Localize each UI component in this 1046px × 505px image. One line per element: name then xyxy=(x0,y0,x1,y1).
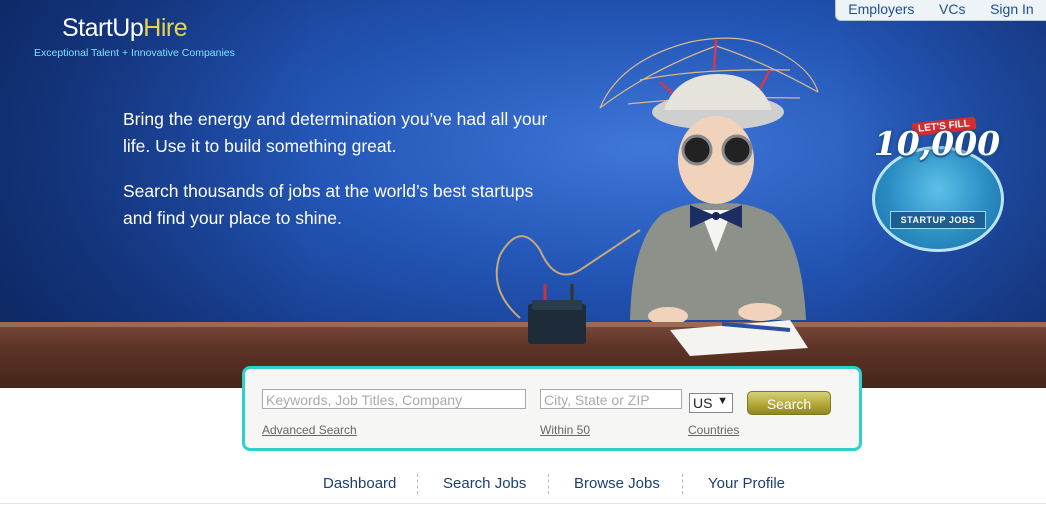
campaign-badge[interactable]: LET'S FILL 10,000 STARTUP JOBS xyxy=(868,116,1006,252)
country-select-value: US xyxy=(693,395,713,411)
hero-paragraph-1: Bring the energy and determination you’v… xyxy=(123,109,548,156)
nav-divider xyxy=(548,474,549,494)
job-search-panel: Keywords, Job Titles, Company City, Stat… xyxy=(242,366,862,451)
badge-number: 10,000 xyxy=(873,124,1001,163)
nav-divider xyxy=(682,474,683,494)
badge-ribbon: STARTUP JOBS xyxy=(890,211,986,229)
hero-copy: Bring the energy and determination you’v… xyxy=(123,106,563,250)
nav-bottom-rule xyxy=(0,503,1046,504)
bottom-nav: Dashboard Search Jobs Browse Jobs Your P… xyxy=(0,466,1046,504)
chevron-down-icon: ▼ xyxy=(717,395,728,407)
location-input[interactable]: City, State or ZIP xyxy=(540,389,682,409)
logo-tagline: Exceptional Talent + Innovative Companie… xyxy=(34,47,235,59)
nav-divider xyxy=(417,474,418,494)
nav-your-profile[interactable]: Your Profile xyxy=(708,475,785,492)
site-logo[interactable]: StartUpHire xyxy=(62,14,188,43)
countries-link[interactable]: Countries xyxy=(688,423,739,437)
nav-search-jobs[interactable]: Search Jobs xyxy=(443,475,526,492)
search-button[interactable]: Search xyxy=(747,391,831,415)
top-nav: Employers VCs Sign In xyxy=(835,0,1046,21)
hero-paragraph-2: Search thousands of jobs at the world’s … xyxy=(123,181,534,228)
nav-dashboard[interactable]: Dashboard xyxy=(323,475,396,492)
logo-text: StartUpHire xyxy=(62,14,188,42)
top-nav-employers[interactable]: Employers xyxy=(848,1,914,17)
nav-browse-jobs[interactable]: Browse Jobs xyxy=(574,475,660,492)
top-nav-sign-in[interactable]: Sign In xyxy=(990,1,1034,17)
advanced-search-link[interactable]: Advanced Search xyxy=(262,423,357,437)
radius-link[interactable]: Within 50 xyxy=(540,423,590,437)
top-nav-vcs[interactable]: VCs xyxy=(939,1,965,17)
country-select[interactable]: US ▼ xyxy=(689,393,733,413)
keywords-input[interactable]: Keywords, Job Titles, Company xyxy=(262,389,526,409)
hero-banner: StartUpHire Exceptional Talent + Innovat… xyxy=(0,0,1046,388)
